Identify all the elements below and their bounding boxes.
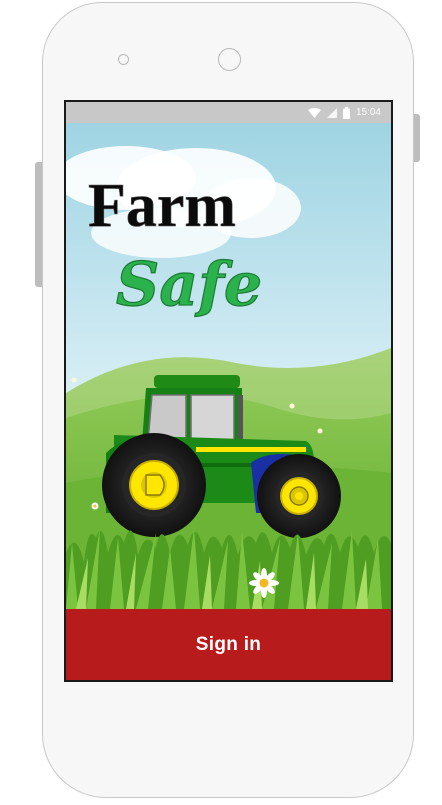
splash-illustration: Farm Safe [66, 123, 391, 609]
phone-screen: 15:04 Farm Safe Sign in [64, 100, 393, 682]
device-stage: 15:04 Farm Safe Sign in [0, 0, 442, 805]
wifi-icon [307, 107, 321, 118]
status-time: 15:04 [355, 107, 381, 118]
title-safe: Safe [116, 250, 262, 320]
status-bar: 15:04 [66, 102, 391, 123]
proximity-sensor [118, 54, 129, 65]
battery-icon [342, 106, 350, 119]
volume-button [35, 162, 42, 287]
power-button [414, 114, 420, 162]
signal-icon [326, 107, 337, 118]
sign-in-label: Sign in [195, 634, 262, 655]
front-camera [218, 48, 241, 71]
sign-in-button[interactable]: Sign in [66, 609, 391, 680]
title-farm: Farm [88, 172, 236, 240]
